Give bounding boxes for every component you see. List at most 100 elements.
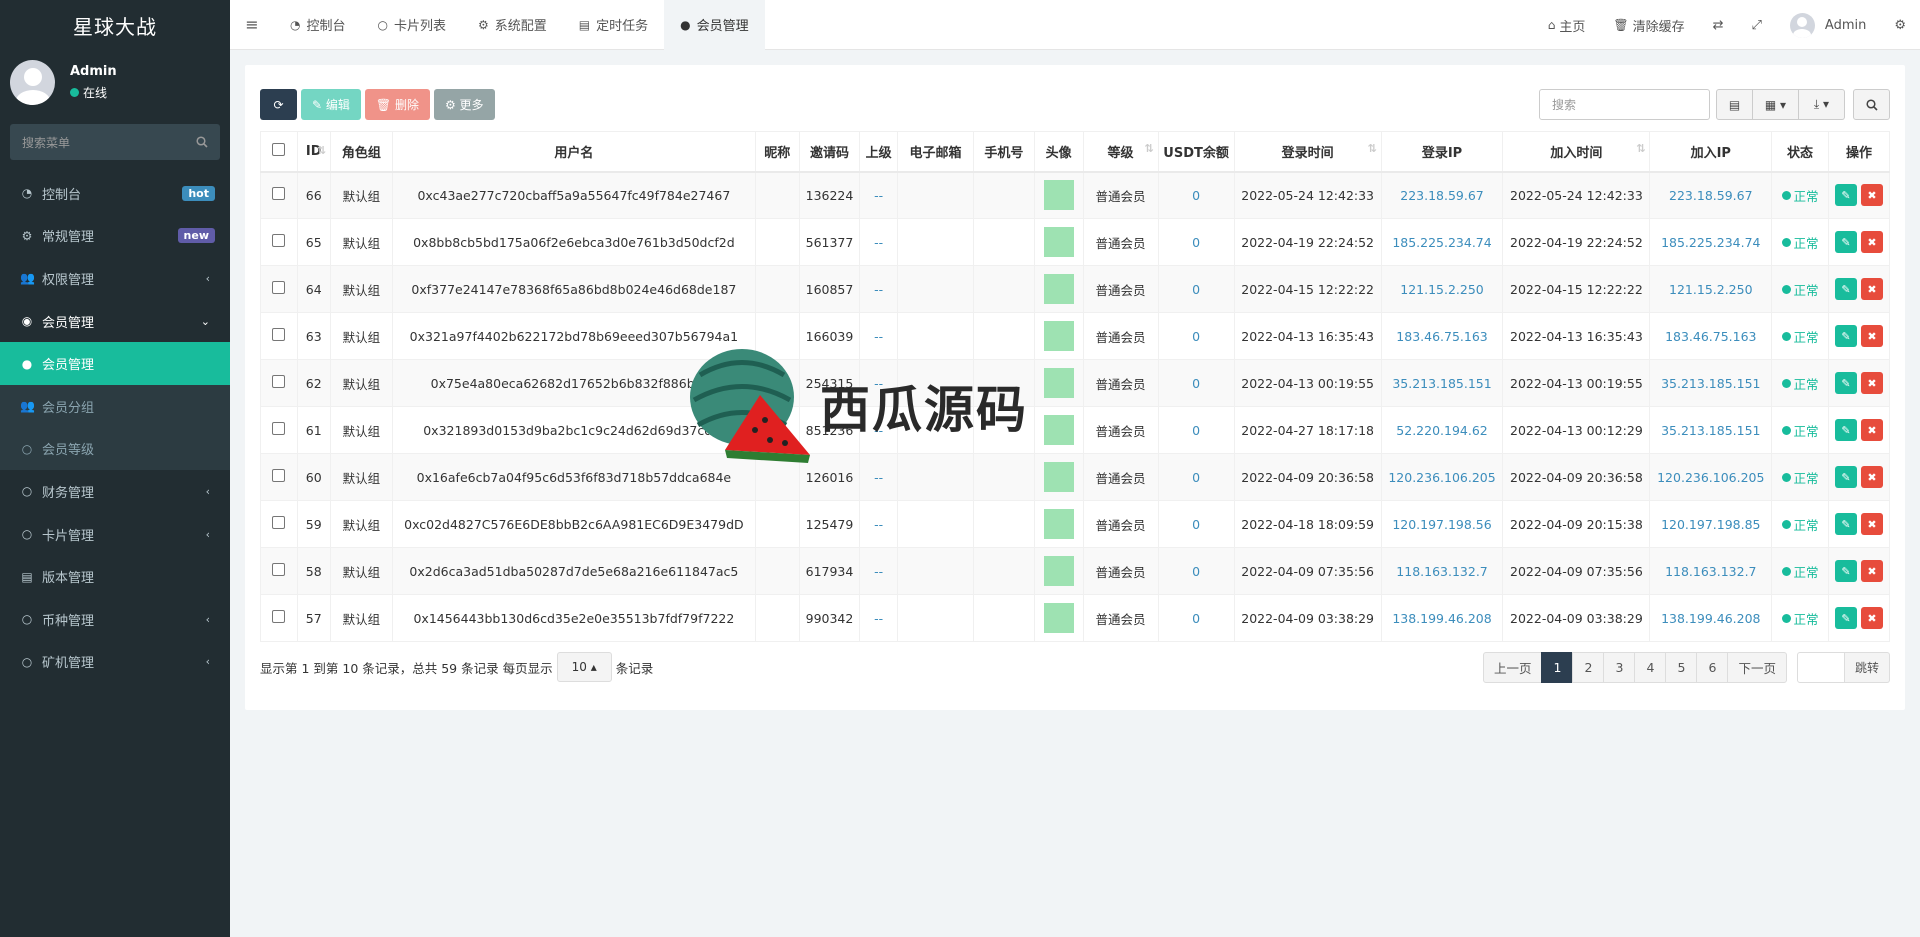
cell-login-ip-value[interactable]: 118.163.132.7 xyxy=(1396,564,1487,579)
page-size-select[interactable]: 10 ▴ xyxy=(556,652,612,682)
sidebar-item-dashboard[interactable]: ◔ 控制台 hot xyxy=(0,172,230,215)
cell-join-ip-value[interactable]: 120.197.198.85 xyxy=(1661,517,1760,532)
cell-parent-value[interactable]: -- xyxy=(874,329,883,344)
tab-scheduled-tasks[interactable]: ▤ 定时任务 xyxy=(563,0,664,50)
cell-parent-value[interactable]: -- xyxy=(874,282,883,297)
cell-join-ip-value[interactable]: 185.225.234.74 xyxy=(1661,235,1760,250)
jump-button[interactable]: 跳转 xyxy=(1844,652,1890,683)
export-button[interactable]: ⤓ ▾ xyxy=(1799,89,1845,120)
row-edit-button[interactable]: ✎ xyxy=(1834,560,1857,582)
cell-join-ip-value[interactable]: 120.236.106.205 xyxy=(1657,470,1764,485)
row-edit-button[interactable]: ✎ xyxy=(1834,278,1857,300)
prev-page-button[interactable]: 上一页 xyxy=(1482,652,1543,683)
cell-login-ip-value[interactable]: 120.236.106.205 xyxy=(1388,470,1495,485)
toggle-view-button[interactable]: ▤ xyxy=(1716,89,1753,120)
avatar-thumbnail[interactable] xyxy=(1043,462,1074,492)
row-checkbox[interactable] xyxy=(272,328,286,341)
cell-join-ip-value[interactable]: 35.213.185.151 xyxy=(1661,376,1760,391)
row-delete-button[interactable]: ✖ xyxy=(1860,513,1883,535)
cell-join-ip-value[interactable]: 223.18.59.67 xyxy=(1669,188,1753,203)
cell-join-ip-value[interactable]: 121.15.2.250 xyxy=(1669,282,1753,297)
row-delete-button[interactable]: ✖ xyxy=(1860,607,1883,629)
sidebar-item-currency[interactable]: ○ 币种管理 ‹ xyxy=(0,598,230,641)
row-delete-button[interactable]: ✖ xyxy=(1860,184,1883,207)
cell-join-ip-value[interactable]: 35.213.185.151 xyxy=(1661,423,1760,438)
cell-parent-value[interactable]: -- xyxy=(874,470,883,485)
row-delete-button[interactable]: ✖ xyxy=(1860,231,1883,253)
cell-parent-value[interactable]: -- xyxy=(874,517,883,532)
cell-usdt-value[interactable]: 0 xyxy=(1192,235,1200,250)
cell-login-ip-value[interactable]: 185.225.234.74 xyxy=(1392,235,1491,250)
cell-join-ip-value[interactable]: 118.163.132.7 xyxy=(1665,564,1756,579)
fullscreen-button[interactable]: ⤢ xyxy=(1738,0,1776,50)
columns-button[interactable]: ▦ ▾ xyxy=(1753,89,1799,120)
cell-join-ip-value[interactable]: 183.46.75.163 xyxy=(1665,329,1756,344)
home-link[interactable]: ⌂ 主页 xyxy=(1534,0,1600,50)
sidebar-item-miner[interactable]: ○ 矿机管理 ‹ xyxy=(0,641,230,684)
cell-login-ip-value[interactable]: 138.199.46.208 xyxy=(1392,611,1491,626)
tab-dashboard[interactable]: ◔ 控制台 xyxy=(274,0,362,50)
advanced-search-button[interactable] xyxy=(1853,89,1890,120)
col-header-id[interactable]: ID xyxy=(296,131,331,173)
avatar-thumbnail[interactable] xyxy=(1043,509,1074,539)
row-checkbox[interactable] xyxy=(272,234,286,247)
page-5-button[interactable]: 5 xyxy=(1665,652,1698,683)
more-button[interactable]: ⚙ 更多 xyxy=(433,89,495,120)
row-edit-button[interactable]: ✎ xyxy=(1834,607,1857,629)
cell-usdt-value[interactable]: 0 xyxy=(1192,517,1200,532)
row-delete-button[interactable]: ✖ xyxy=(1860,278,1883,300)
row-delete-button[interactable]: ✖ xyxy=(1860,466,1883,488)
sidebar-item-member[interactable]: ◉ 会员管理 ⌄ xyxy=(0,300,230,343)
cell-parent-value[interactable]: -- xyxy=(874,564,883,579)
cell-usdt-value[interactable]: 0 xyxy=(1192,282,1200,297)
row-checkbox[interactable] xyxy=(272,187,286,201)
row-edit-button[interactable]: ✎ xyxy=(1834,231,1857,253)
app-logo[interactable]: 星球大战 xyxy=(0,0,230,50)
edit-button[interactable]: ✎ 编辑 xyxy=(301,89,361,120)
jump-page-input[interactable] xyxy=(1796,652,1845,683)
sidebar-subitem-member-level[interactable]: ○ 会员等级 xyxy=(0,428,230,471)
settings-button[interactable]: ⚙ xyxy=(1880,0,1920,50)
language-button[interactable]: ⇄ xyxy=(1699,0,1738,50)
page-4-button[interactable]: 4 xyxy=(1634,652,1667,683)
row-checkbox[interactable] xyxy=(272,516,286,529)
cell-usdt-value[interactable]: 0 xyxy=(1192,423,1200,438)
cell-parent-value[interactable]: -- xyxy=(874,611,883,626)
cell-login-ip-value[interactable]: 52.220.194.62 xyxy=(1396,423,1487,438)
clear-cache-button[interactable]: 🗑 清除缓存 xyxy=(1599,0,1698,50)
row-checkbox[interactable] xyxy=(272,563,286,576)
menu-search-input[interactable]: 搜索菜单 xyxy=(10,124,220,160)
row-checkbox[interactable] xyxy=(272,422,286,435)
cell-usdt-value[interactable]: 0 xyxy=(1192,188,1200,203)
cell-login-ip-value[interactable]: 121.15.2.250 xyxy=(1400,282,1484,297)
row-delete-button[interactable]: ✖ xyxy=(1860,560,1883,582)
cell-login-ip-value[interactable]: 35.213.185.151 xyxy=(1392,376,1491,391)
row-edit-button[interactable]: ✎ xyxy=(1834,419,1857,441)
avatar-thumbnail[interactable] xyxy=(1043,603,1074,633)
cell-usdt-value[interactable]: 0 xyxy=(1192,376,1200,391)
sidebar-item-general[interactable]: ⚙ 常规管理 new xyxy=(0,215,230,258)
next-page-button[interactable]: 下一页 xyxy=(1727,652,1787,683)
refresh-button[interactable]: ⟳ xyxy=(260,89,297,120)
row-edit-button[interactable]: ✎ xyxy=(1834,466,1857,488)
select-all-checkbox[interactable] xyxy=(272,142,286,156)
tab-member-management[interactable]: ● 会员管理 xyxy=(664,0,765,50)
delete-button[interactable]: 🗑 删除 xyxy=(364,89,430,120)
page-1-button[interactable]: 1 xyxy=(1541,652,1574,683)
row-edit-button[interactable]: ✎ xyxy=(1834,372,1857,394)
avatar-thumbnail[interactable] xyxy=(1043,274,1074,304)
cell-login-ip-value[interactable]: 120.197.198.56 xyxy=(1392,517,1491,532)
row-checkbox[interactable] xyxy=(272,610,286,623)
cell-parent-value[interactable]: -- xyxy=(874,235,883,250)
row-edit-button[interactable]: ✎ xyxy=(1834,325,1857,347)
cell-join-ip-value[interactable]: 138.199.46.208 xyxy=(1661,611,1760,626)
row-delete-button[interactable]: ✖ xyxy=(1860,325,1883,347)
cell-usdt-value[interactable]: 0 xyxy=(1192,470,1200,485)
row-edit-button[interactable]: ✎ xyxy=(1834,184,1857,207)
cell-login-ip-value[interactable]: 223.18.59.67 xyxy=(1400,188,1484,203)
sidebar-subitem-member-group[interactable]: 👥 会员分组 xyxy=(0,385,230,428)
row-edit-button[interactable]: ✎ xyxy=(1834,513,1857,535)
row-checkbox[interactable] xyxy=(272,469,286,482)
row-delete-button[interactable]: ✖ xyxy=(1860,372,1883,394)
cell-login-ip-value[interactable]: 183.46.75.163 xyxy=(1396,329,1487,344)
